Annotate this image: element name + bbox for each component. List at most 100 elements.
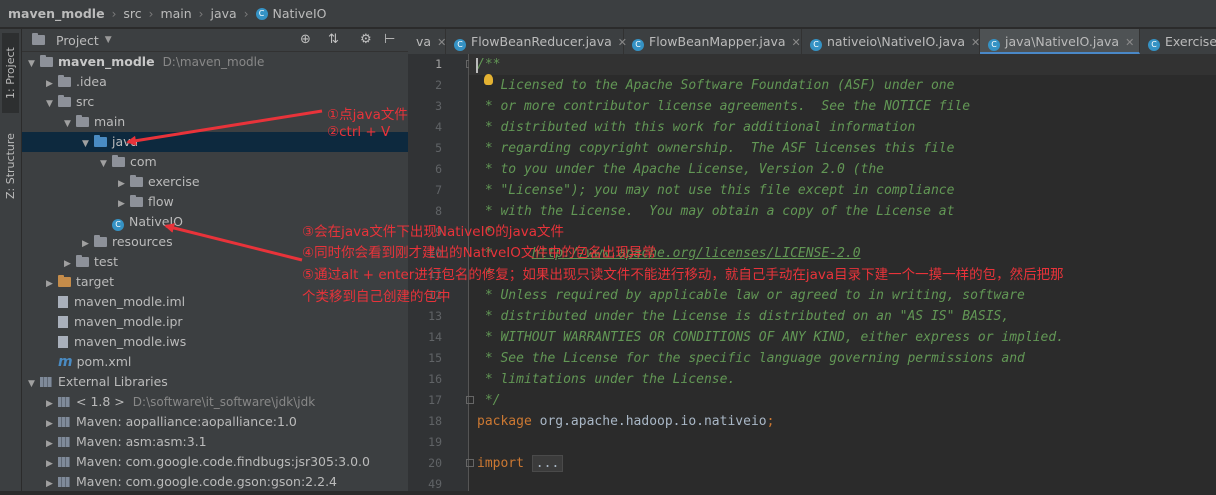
collapse-arrow-icon[interactable]: ▶	[44, 434, 55, 454]
code-line: * regarding copyright ownership. The ASF…	[477, 138, 955, 159]
editor-tab-label: java\NativeIO.java	[1005, 34, 1120, 49]
collapse-arrow-icon[interactable]: ▶	[44, 474, 55, 491]
breadcrumb-separator: ›	[111, 6, 117, 21]
chevron-down-icon[interactable]: ▼	[105, 35, 112, 45]
tree-row[interactable]: ▶ .idea	[22, 72, 408, 92]
code-line: * with the License. You may obtain a cop…	[477, 201, 955, 222]
expand-arrow-icon[interactable]: ▼	[44, 94, 55, 114]
line-number: 5	[435, 141, 442, 155]
gear-icon[interactable]: ⚙	[360, 32, 372, 47]
breadcrumb-item-nativeio[interactable]: NativeIO	[273, 6, 327, 21]
tree-row-label: maven_modle.iml	[74, 294, 186, 309]
collapse-arrow-icon[interactable]: ▶	[80, 234, 91, 254]
folded-imports[interactable]: ...	[531, 455, 564, 472]
structure-tool-tab[interactable]: Z: Structure	[2, 121, 19, 211]
breadcrumb-item-src[interactable]: src	[123, 6, 141, 21]
editor-tab[interactable]: Cnativeio\NativeIO.java ✕	[802, 29, 980, 54]
tree-row-label: pom.xml	[76, 354, 132, 369]
tree-row[interactable]: ▼ External Libraries	[22, 372, 408, 392]
collapse-arrow-icon[interactable]: ▶	[44, 74, 55, 94]
class-icon: C	[112, 219, 124, 231]
code-token: * WITHOUT WARRANTIES OR CONDITIONS OF AN…	[477, 330, 1064, 345]
annotation-step-5: ⑤通过alt + enter进行包名的修复；如果出现只读文件不能进行移动，就自己…	[302, 267, 1064, 283]
code-line: * Unless required by applicable law or a…	[477, 285, 1025, 306]
project-folder-icon	[32, 33, 45, 45]
tree-row[interactable]: maven_modle.iws	[22, 332, 408, 352]
close-icon[interactable]: ✕	[971, 36, 980, 49]
collapse-arrow-icon[interactable]: ▶	[62, 254, 73, 274]
expand-arrow-icon[interactable]: ▼	[80, 134, 91, 154]
tree-row[interactable]: ▼ maven_modle D:\maven_modle	[22, 52, 408, 72]
editor-tab-label: va	[416, 34, 432, 49]
folder-icon	[112, 155, 125, 167]
tree-row-label: maven_modle	[58, 54, 155, 69]
expand-arrow-icon[interactable]: ▼	[26, 54, 37, 74]
breadcrumb-item-project[interactable]: maven_modle	[8, 6, 105, 21]
annotation-step-5-cont: 个类移到自己创建的包中	[302, 289, 451, 305]
code-line: * limitations under the License.	[477, 369, 735, 390]
collapse-arrow-icon[interactable]: ▶	[116, 194, 127, 214]
code-line: * Licensed to the Apache Software Founda…	[477, 75, 955, 96]
locate-icon[interactable]: ⊕	[300, 32, 311, 47]
line-number: 1	[435, 57, 442, 71]
editor-tab-label: Exercise01	[1165, 34, 1216, 49]
tree-row-path: D:\maven_modle	[162, 55, 265, 69]
tree-row[interactable]: ▶ flow	[22, 192, 408, 212]
editor-tab[interactable]: Cjava\NativeIO.java ✕	[980, 29, 1140, 54]
editor-tab[interactable]: C FlowBeanReducer.java ✕	[446, 29, 627, 54]
tree-row[interactable]: maven_modle.ipr	[22, 312, 408, 332]
code-token: ;	[766, 414, 775, 429]
tree-row-label: resources	[112, 234, 173, 249]
lightbulb-icon[interactable]	[484, 74, 493, 85]
code-token: */	[477, 393, 501, 408]
code-token: * See the License for the specific langu…	[477, 351, 1025, 366]
folder-icon	[76, 115, 89, 127]
class-icon: C	[632, 39, 644, 51]
breadcrumb-item-main[interactable]: main	[160, 6, 191, 21]
code-line: * "License"); you may not use this file …	[477, 180, 955, 201]
tree-row[interactable]: m pom.xml	[22, 352, 408, 372]
folder-icon	[40, 55, 53, 67]
tree-row[interactable]: ▼ com	[22, 152, 408, 172]
code-token: * limitations under the License.	[477, 372, 736, 387]
line-number: 2	[435, 78, 442, 92]
tree-row-label: NativeIO	[129, 214, 183, 229]
collapse-arrow-icon[interactable]: ▶	[44, 394, 55, 414]
editor-tab[interactable]: C Exercise01	[1140, 29, 1216, 54]
collapse-arrow-icon[interactable]: ▶	[44, 274, 55, 294]
expand-arrow-icon[interactable]: ▼	[26, 374, 37, 394]
library-icon	[58, 457, 70, 467]
library-icon	[58, 437, 70, 447]
collapse-all-icon[interactable]: ⇅	[328, 32, 339, 47]
breadcrumb-item-java[interactable]: java	[210, 6, 236, 21]
tree-row[interactable]: ▶ Maven: com.google.code.findbugs:jsr305:…	[22, 452, 408, 472]
tree-row[interactable]: ▶ exercise	[22, 172, 408, 192]
collapse-arrow-icon[interactable]: ▶	[44, 414, 55, 434]
tree-row-path: D:\software\it_software\jdk\jdk	[132, 395, 316, 409]
collapse-arrow-icon[interactable]: ▶	[116, 174, 127, 194]
expand-arrow-icon[interactable]: ▼	[62, 114, 73, 134]
editor-tab[interactable]: va ✕	[408, 29, 446, 54]
tree-row[interactable]: ▶ Maven: asm:asm:3.1	[22, 432, 408, 452]
close-icon[interactable]: ✕	[792, 36, 801, 49]
collapse-arrow-icon[interactable]: ▶	[44, 454, 55, 474]
editor-tab[interactable]: C FlowBeanMapper.java ✕	[624, 29, 802, 54]
project-tool-tab[interactable]: 1: Project	[2, 33, 19, 113]
tree-row-label: com	[130, 154, 157, 169]
close-icon[interactable]: ✕	[437, 36, 446, 49]
tree-row[interactable]: ▶ Maven: aopalliance:aopalliance:1.0	[22, 412, 408, 432]
tree-row[interactable]: ▶ < 1.8 > D:\software\it_software\jdk\jdk	[22, 392, 408, 412]
class-icon: C	[1148, 39, 1160, 51]
library-icon	[58, 477, 70, 487]
tree-row-label: < 1.8 >	[76, 394, 125, 409]
project-panel-title[interactable]: Project	[56, 33, 99, 48]
maven-icon: m	[58, 354, 73, 370]
code-token: package	[477, 414, 540, 429]
code-line: * or more contributor license agreements…	[477, 96, 970, 117]
hide-panel-icon[interactable]: ⊢	[384, 32, 395, 47]
expand-arrow-icon[interactable]: ▼	[98, 154, 109, 174]
code-token: * with the License. You may obtain a cop…	[477, 204, 955, 219]
tree-row[interactable]: ▶ Maven: com.google.code.gson:gson:2.2.4	[22, 472, 408, 491]
close-icon[interactable]: ✕	[1125, 36, 1134, 49]
line-number: 8	[435, 204, 442, 218]
